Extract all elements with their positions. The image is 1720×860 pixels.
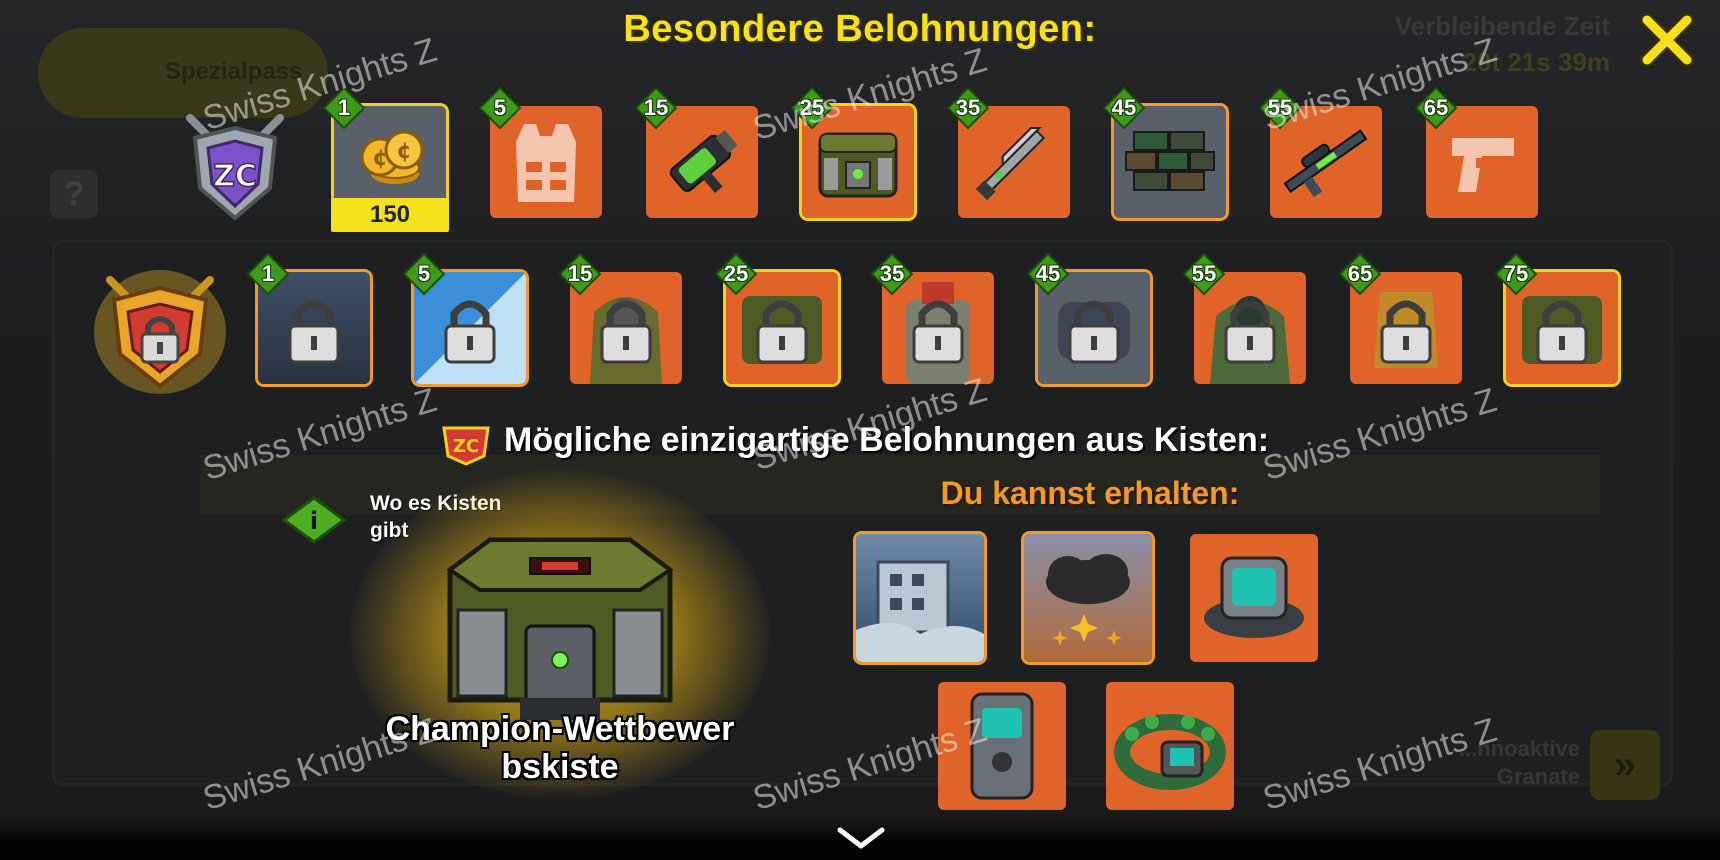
- level-badge: 35: [946, 86, 990, 130]
- storm-cloud-icon: [1046, 554, 1130, 646]
- lock-icon: [1068, 300, 1120, 364]
- svg-text:i: i: [310, 507, 318, 535]
- ruined-city-icon: [856, 560, 984, 662]
- coin-amount: 150: [331, 198, 449, 232]
- possible-reward-wrist-device-2[interactable]: [938, 682, 1066, 810]
- lock-icon: [1224, 300, 1276, 364]
- svg-text:ZC: ZC: [453, 436, 479, 457]
- chevron-down-icon[interactable]: [836, 826, 886, 850]
- zc-silver-emblem: ZC: [170, 98, 300, 228]
- level-badge: 65: [1414, 86, 1458, 130]
- level-badge: 5: [402, 252, 446, 296]
- locked-gold-emblem: [90, 262, 230, 396]
- free-reward-55[interactable]: 55: [1258, 86, 1382, 218]
- free-reward-15[interactable]: 15: [634, 86, 758, 218]
- lock-icon: [288, 300, 340, 364]
- level-badge: 5: [478, 86, 522, 130]
- zc-badge-icon: ZC: [442, 426, 490, 466]
- premium-reward-1[interactable]: 1: [246, 252, 370, 384]
- can-get-heading: Du kannst erhalten:: [940, 475, 1240, 511]
- level-badge: 1: [246, 252, 290, 296]
- premium-reward-5[interactable]: 5: [402, 252, 526, 384]
- free-reward-5[interactable]: 5: [478, 86, 602, 218]
- free-reward-35[interactable]: 35: [946, 86, 1070, 218]
- lock-icon: [444, 300, 496, 364]
- premium-reward-65[interactable]: 65: [1338, 252, 1462, 384]
- level-badge: 55: [1182, 252, 1226, 296]
- possible-reward-wrist-device-1[interactable]: [1190, 534, 1318, 662]
- free-reward-25[interactable]: 25: [790, 86, 914, 218]
- possible-reward-ruined-city[interactable]: [856, 534, 984, 662]
- possible-reward-wrist-device-3[interactable]: [1106, 682, 1234, 810]
- svg-text:¢: ¢: [396, 139, 411, 164]
- chest-name: Champion-Wettbewer bskiste: [340, 710, 780, 786]
- premium-reward-55[interactable]: 55: [1182, 252, 1306, 384]
- dialog-title: Besondere Belohnungen:: [623, 8, 1097, 50]
- premium-reward-35[interactable]: 35: [870, 252, 994, 384]
- level-badge: 45: [1026, 252, 1070, 296]
- level-badge: 15: [558, 252, 602, 296]
- level-badge: 15: [634, 86, 678, 130]
- svg-text:ZC: ZC: [213, 159, 257, 194]
- unique-rewards-heading: Mögliche einzigartige Belohnungen aus Ki…: [504, 421, 1270, 459]
- level-badge: 25: [790, 86, 834, 130]
- info-button[interactable]: i: [281, 496, 347, 544]
- close-button[interactable]: [1639, 12, 1695, 68]
- lock-icon: [1380, 300, 1432, 364]
- level-badge: 1: [322, 86, 366, 130]
- wrist-device-icon: [1204, 556, 1304, 638]
- level-badge: 25: [714, 252, 758, 296]
- close-icon: [1640, 13, 1694, 67]
- free-reward-65[interactable]: 65: [1414, 86, 1538, 218]
- chest-name-line-1: Champion-Wettbewer: [385, 710, 735, 748]
- wrist-device-icon: [1114, 714, 1226, 790]
- level-badge: 35: [870, 252, 914, 296]
- lock-icon: [756, 300, 808, 364]
- lock-icon: [1536, 300, 1588, 364]
- lock-icon: [912, 300, 964, 364]
- level-badge: 75: [1494, 252, 1538, 296]
- chest-name-line-2: bskiste: [501, 748, 619, 786]
- level-badge: 55: [1258, 86, 1302, 130]
- wrist-device-icon: [970, 692, 1034, 800]
- premium-reward-45[interactable]: 45: [1026, 252, 1150, 384]
- premium-reward-75[interactable]: 75: [1494, 252, 1618, 384]
- free-reward-1[interactable]: ¢ ¢ 1 150: [322, 86, 449, 232]
- premium-reward-15[interactable]: 15: [558, 252, 682, 384]
- champion-chest-icon: [446, 537, 674, 720]
- info-icon: i: [281, 496, 347, 544]
- lock-icon: [600, 300, 652, 364]
- level-badge: 45: [1102, 86, 1146, 130]
- premium-reward-25[interactable]: 25: [714, 252, 838, 384]
- possible-reward-storm-cloud[interactable]: [1024, 534, 1152, 662]
- level-badge: 65: [1338, 252, 1382, 296]
- free-reward-45[interactable]: 45: [1102, 86, 1226, 218]
